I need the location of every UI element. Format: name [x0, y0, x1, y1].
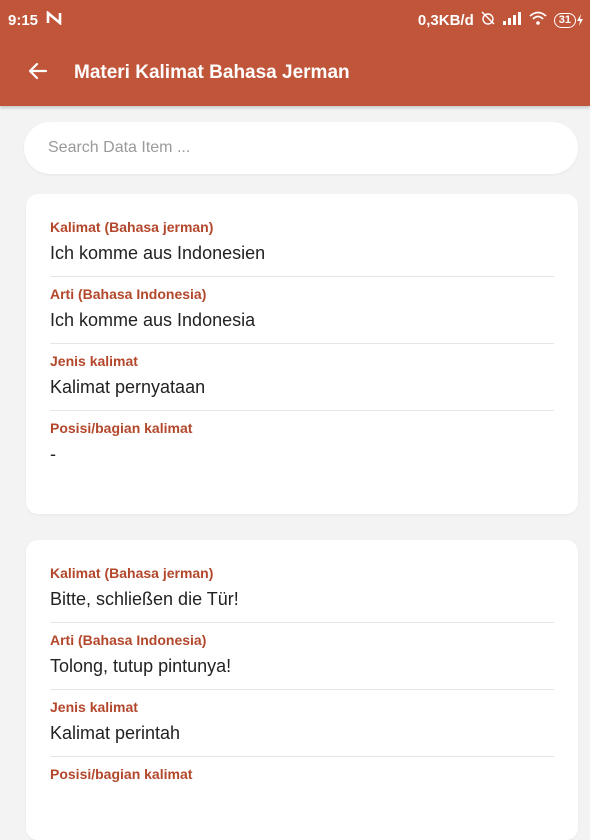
- field-label: Kalimat (Bahasa jerman): [50, 219, 214, 235]
- field-posisi: Posisi/bagian kalimat -: [50, 411, 554, 477]
- search-bar[interactable]: [24, 122, 578, 174]
- field-value: Ich komme aus Indonesien: [50, 243, 266, 263]
- battery-icon: 31: [553, 12, 584, 28]
- status-bar: 9:15 0,3KB/d 31: [0, 0, 590, 40]
- field-arti: Arti (Bahasa Indonesia) Ich komme aus In…: [50, 277, 554, 344]
- field-jenis: Jenis kalimat Kalimat pernyataan: [50, 344, 554, 411]
- list-item-card[interactable]: Kalimat (Bahasa jerman) Ich komme aus In…: [26, 194, 578, 514]
- field-value: -: [50, 444, 56, 464]
- arrow-left-icon: [26, 59, 50, 88]
- field-posisi: Posisi/bagian kalimat: [50, 757, 554, 797]
- field-value: Kalimat pernyataan: [50, 377, 206, 397]
- field-label: Arti (Bahasa Indonesia): [50, 632, 207, 648]
- signal-icon: [502, 11, 522, 29]
- battery-level: 31: [553, 12, 576, 28]
- search-input[interactable]: [46, 138, 556, 158]
- field-value: Ich komme aus Indonesia: [50, 310, 256, 330]
- field-label: Posisi/bagian kalimat: [50, 420, 193, 436]
- field-label: Kalimat (Bahasa jerman): [50, 565, 214, 581]
- list-item-card[interactable]: Kalimat (Bahasa jerman) Bitte, schließen…: [26, 540, 578, 840]
- field-label: Arti (Bahasa Indonesia): [50, 286, 207, 302]
- alarm-off-icon: [481, 11, 495, 29]
- field-value: Kalimat perintah: [50, 723, 181, 743]
- wifi-icon: [529, 11, 547, 29]
- field-value: Bitte, schließen die Tür!: [50, 589, 239, 609]
- field-label: Posisi/bagian kalimat: [50, 766, 193, 782]
- app-bar: Materi Kalimat Bahasa Jerman: [0, 40, 590, 106]
- page-title: Materi Kalimat Bahasa Jerman: [74, 62, 350, 83]
- network-speed: 0,3KB/d: [417, 11, 474, 29]
- field-arti: Arti (Bahasa Indonesia) Tolong, tutup pi…: [50, 623, 554, 690]
- field-value: Tolong, tutup pintunya!: [50, 656, 232, 676]
- field-label: Jenis kalimat: [50, 353, 138, 369]
- field-jenis: Jenis kalimat Kalimat perintah: [50, 690, 554, 757]
- back-button[interactable]: [10, 40, 66, 106]
- field-kalimat: Kalimat (Bahasa jerman) Ich komme aus In…: [50, 210, 554, 277]
- n-icon: [46, 10, 62, 29]
- status-time: 9:15: [8, 11, 39, 29]
- field-label: Jenis kalimat: [50, 699, 138, 715]
- field-kalimat: Kalimat (Bahasa jerman) Bitte, schließen…: [50, 556, 554, 623]
